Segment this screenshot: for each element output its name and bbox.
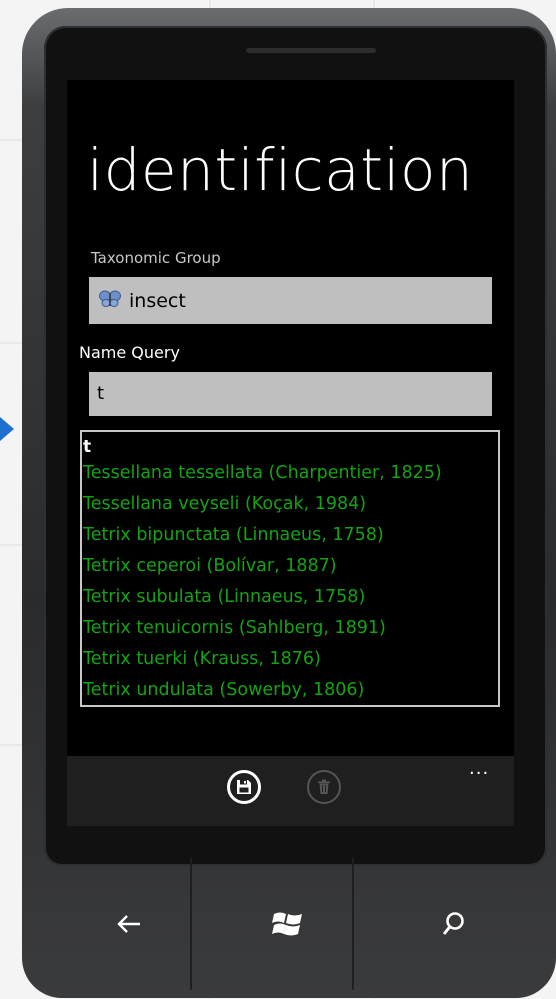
delete-button[interactable]	[307, 770, 341, 804]
results-group-header: t	[83, 437, 92, 457]
save-button[interactable]	[227, 770, 261, 804]
list-item[interactable]: Tetrix undulata (Sowerby, 1806)	[82, 675, 498, 705]
list-item[interactable]: Tetrix bipunctata (Linnaeus, 1758)	[82, 520, 498, 551]
taxonomic-group-label: Taxonomic Group	[91, 249, 221, 267]
search-icon[interactable]	[434, 904, 474, 944]
back-arrow-icon[interactable]	[109, 904, 149, 944]
hardware-divider	[352, 858, 354, 990]
floppy-disk-icon	[237, 780, 251, 794]
hardware-divider	[190, 858, 192, 990]
name-query-label: Name Query	[79, 343, 180, 362]
windows-logo-icon[interactable]	[268, 904, 308, 944]
list-item[interactable]: Tetrix tuerki (Krauss, 1876)	[82, 644, 498, 675]
more-options-button[interactable]: ...	[469, 758, 489, 779]
application-bar: ...	[67, 756, 514, 826]
phone-speaker	[246, 48, 376, 53]
phone-screen: identification Taxonomic Group insect Na…	[67, 80, 514, 826]
hardware-buttons-bar	[22, 858, 534, 990]
trash-icon	[318, 779, 330, 794]
list-item[interactable]: Tetrix tenuicornis (Sahlberg, 1891)	[82, 613, 498, 644]
name-query-input[interactable]: t	[89, 372, 492, 416]
pointer-arrow-icon	[0, 417, 14, 441]
taxonomic-group-value: insect	[129, 289, 186, 312]
results-list[interactable]: t Tessellana tessellata (Charpentier, 18…	[80, 430, 500, 707]
taxonomic-group-picker[interactable]: insect	[89, 277, 492, 324]
page-title: identification	[87, 136, 474, 204]
list-item[interactable]: Tessellana tessellata (Charpentier, 1825…	[82, 458, 498, 489]
list-item[interactable]: Tetrix ceperoi (Bolívar, 1887)	[82, 551, 498, 582]
list-item[interactable]: Tessellana veyseli (Koçak, 1984)	[82, 489, 498, 520]
butterfly-icon	[99, 290, 121, 312]
list-item[interactable]: Tetrix subulata (Linnaeus, 1758)	[82, 582, 498, 613]
